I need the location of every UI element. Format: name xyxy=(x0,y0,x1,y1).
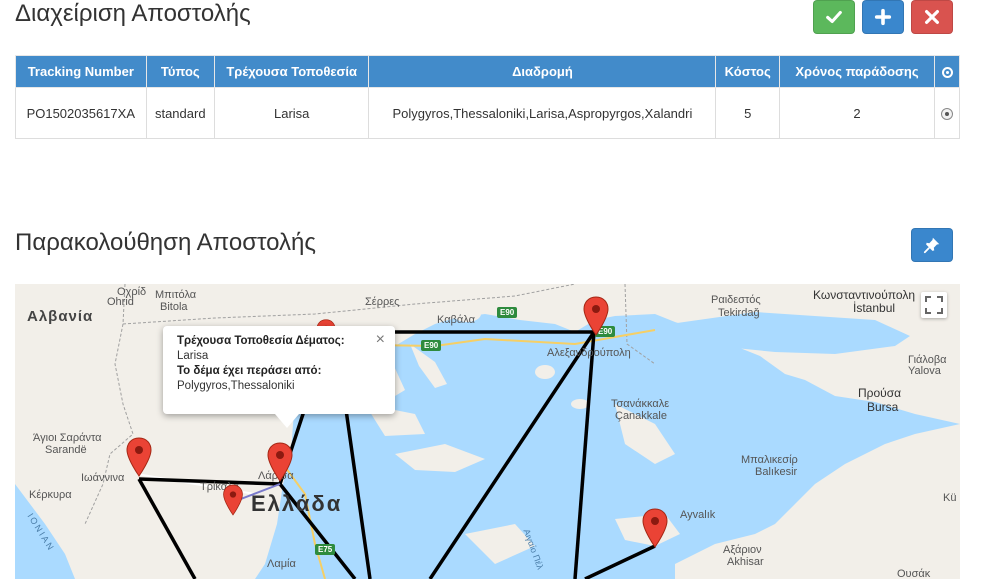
row-select-radio[interactable] xyxy=(941,108,953,121)
check-icon xyxy=(826,10,842,24)
shipments-table: Tracking Number Τύπος Τρέχουσα Τοποθεσία… xyxy=(15,55,960,139)
road-e90-b: E90 xyxy=(421,340,442,351)
label-ohrid-en: Ohrid xyxy=(107,296,134,308)
label-ousak: Ουσάκ xyxy=(897,568,931,579)
pin-button[interactable] xyxy=(911,228,953,262)
label-bursa: Bursa xyxy=(867,400,899,414)
column-cost[interactable]: Κόστος xyxy=(715,55,780,88)
label-canakkale-gr: Τσανάκκαλε xyxy=(611,398,670,410)
radio-icon xyxy=(941,67,953,79)
info-current-location-value: Larisa xyxy=(177,350,209,362)
label-ayvalik: Ayvalık xyxy=(680,509,716,521)
label-alexandroupoli: Αλεξανδρούπολη xyxy=(547,347,631,359)
label-yalova: Yalova xyxy=(908,365,941,377)
cell-route: Polygyros,Thessaloniki,Larisa,Aspropyrgo… xyxy=(368,87,717,139)
cell-tracking-number: PO1502035617XA xyxy=(15,87,147,139)
road-e90-a: E90 xyxy=(497,307,518,318)
confirm-button[interactable] xyxy=(813,0,855,34)
map-base xyxy=(15,284,960,579)
info-window-close-icon[interactable]: × xyxy=(376,332,385,348)
column-delivery-time[interactable]: Χρόνος παράδοσης xyxy=(779,55,935,88)
fullscreen-button[interactable] xyxy=(921,292,947,318)
map-info-window: × Τρέχουσα Τοποθεσία Δέματος: Larisa Το … xyxy=(163,326,395,428)
map-pin-icon[interactable] xyxy=(125,437,153,477)
label-prousa: Προύσα xyxy=(858,386,902,400)
label-bitola-en: Bitola xyxy=(160,301,188,313)
table-header-row: Tracking Number Τύπος Τρέχουσα Τοποθεσία… xyxy=(15,55,960,88)
table-row[interactable]: PO1502035617XA standard Larisa Polygyros… xyxy=(15,87,960,139)
label-canakkale: Çanakkale xyxy=(615,410,667,422)
map-pin-icon[interactable] xyxy=(641,508,669,548)
label-greece: Ελλάδα xyxy=(251,491,343,516)
pushpin-icon xyxy=(923,237,940,254)
column-select xyxy=(934,55,960,88)
column-tracking-number[interactable]: Tracking Number xyxy=(15,55,147,88)
tracking-title: Παρακολούθηση Αποστολής xyxy=(15,229,316,256)
column-route[interactable]: Διαδρομή xyxy=(368,55,717,88)
label-serres: Σέρρες xyxy=(365,296,400,308)
label-akhisar: Akhisar xyxy=(727,556,764,568)
cell-type: standard xyxy=(145,87,215,139)
label-raidestos: Ραιδεστός xyxy=(711,294,761,306)
info-passed-label: Το δέμα έχει περάσει από: xyxy=(177,365,322,377)
label-istanbul: İstanbul xyxy=(853,301,896,315)
label-saranta: Άγιοι Σαράντα xyxy=(33,432,102,444)
page-title: Διαχείριση Αποστολής xyxy=(15,0,251,27)
cell-select xyxy=(934,87,960,139)
remove-button[interactable] xyxy=(911,0,953,34)
plus-icon xyxy=(874,8,892,26)
map-pin-icon[interactable] xyxy=(222,484,244,516)
label-akhisar-gr: Αξάριον xyxy=(723,544,762,556)
tracking-map[interactable]: Οχρίδ Ohrid Μπιτόλα Bitola Αλβανία Σέρρε… xyxy=(15,284,960,579)
label-kavala: Καβάλα xyxy=(437,314,475,326)
label-bitola: Μπιτόλα xyxy=(155,289,197,301)
label-albania: Αλβανία xyxy=(27,308,94,325)
add-button[interactable] xyxy=(862,0,904,34)
column-current-location[interactable]: Τρέχουσα Τοποθεσία xyxy=(213,55,370,88)
label-tekirdag: Tekirdağ xyxy=(718,307,760,319)
label-sarande: Sarandë xyxy=(45,444,87,456)
road-e75: E75 xyxy=(315,544,336,555)
column-type[interactable]: Τύπος xyxy=(145,55,215,88)
close-icon xyxy=(925,10,939,24)
fullscreen-icon xyxy=(925,296,943,314)
map-pin-icon[interactable] xyxy=(266,442,294,482)
label-ioannina: Ιωάννινα xyxy=(81,472,125,484)
cell-cost: 5 xyxy=(715,87,780,139)
cell-delivery-time: 2 xyxy=(779,87,935,139)
map-pin-icon[interactable] xyxy=(582,296,610,336)
label-lamia: Λαμία xyxy=(267,558,296,570)
label-balikesir-gr: Μπαλικεσίρ xyxy=(741,454,798,466)
label-kutahya: Kü xyxy=(943,492,957,504)
info-passed-value: Polygyros,Thessaloniki xyxy=(177,380,295,392)
info-current-location-label: Τρέχουσα Τοποθεσία Δέματος: xyxy=(177,335,345,347)
cell-current-location: Larisa xyxy=(213,87,370,139)
label-kerkyra: Κέρκυρα xyxy=(29,489,72,501)
label-balikesir: Balıkesir xyxy=(755,466,798,478)
